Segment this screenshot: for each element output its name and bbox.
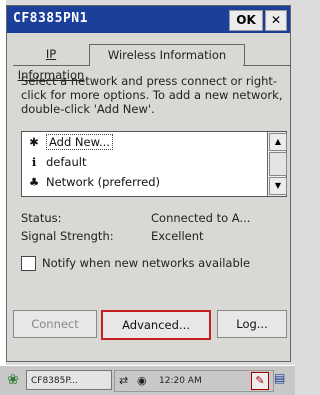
list-item-network[interactable]: ♣ Network (preferred) [26,174,160,190]
network-icon: ♣ [28,175,40,189]
wireless-tray-icon[interactable]: ◉ [137,371,147,391]
network-tray-icon[interactable]: ⇄ [119,371,128,391]
info-icon: ℹ [31,155,37,169]
connect-button[interactable]: Connect [13,310,97,338]
button-bar: Connect Advanced... Log... [7,310,290,350]
tab-ip-information[interactable]: IP Information [13,44,89,82]
title-bar: CF8385PN1 OK ✕ [7,6,290,33]
ok-button[interactable]: OK [229,10,263,31]
scroll-up-icon[interactable]: ▲ [269,133,287,151]
close-button[interactable]: ✕ [265,10,287,31]
start-icon[interactable]: ❀ [4,371,22,389]
tab-wireless-information[interactable]: Wireless Information [89,44,245,66]
keyboard-icon[interactable]: ▤ [274,371,285,385]
signal-strength-label: Signal Strength: [21,229,114,243]
tab-strip: IP Information Wireless Information [13,44,291,82]
input-panel-icon[interactable]: ✎ [251,372,269,390]
taskbar: ❀ CF8385P... ⇄ ◉ 12:20 AM ✎ ▤ [0,365,295,395]
star-add-icon: ✱ [29,135,39,149]
network-list[interactable]: ✱ Add New... ℹ default ♣ Network (preferred… [21,131,287,197]
status-value: Connected to A... [151,211,251,225]
instructions-text: Select a network and press connect or ri… [21,74,283,116]
wireless-dialog: CF8385PN1 OK ✕ IP Information Wireless I… [6,5,291,362]
notify-row[interactable]: Notify when new networks available [21,256,250,271]
status-label: Status: [21,211,62,225]
list-item-add-new[interactable]: ✱ Add New... [26,134,113,150]
scroll-down-icon[interactable]: ▼ [269,177,287,195]
notify-label: Notify when new networks available [42,256,251,270]
notify-checkbox[interactable] [21,256,36,271]
list-item-label: Add New... [46,134,113,150]
taskbar-app-button[interactable]: CF8385P... [26,370,112,390]
system-tray: ⇄ ◉ 12:20 AM ✎ [114,370,274,392]
window-title: CF8385PN1 [13,11,88,26]
list-item-default[interactable]: ℹ default [26,154,87,170]
log-button[interactable]: Log... [217,310,287,338]
list-item-label: Network (preferred) [46,175,160,189]
list-scrollbar[interactable]: ▲ ▼ [267,132,287,196]
advanced-button[interactable]: Advanced... [101,310,211,340]
clock[interactable]: 12:20 AM [159,371,202,391]
signal-strength-value: Excellent [151,229,204,243]
tab-divider [243,65,291,66]
scroll-thumb[interactable] [269,152,287,176]
list-item-label: default [46,155,87,169]
